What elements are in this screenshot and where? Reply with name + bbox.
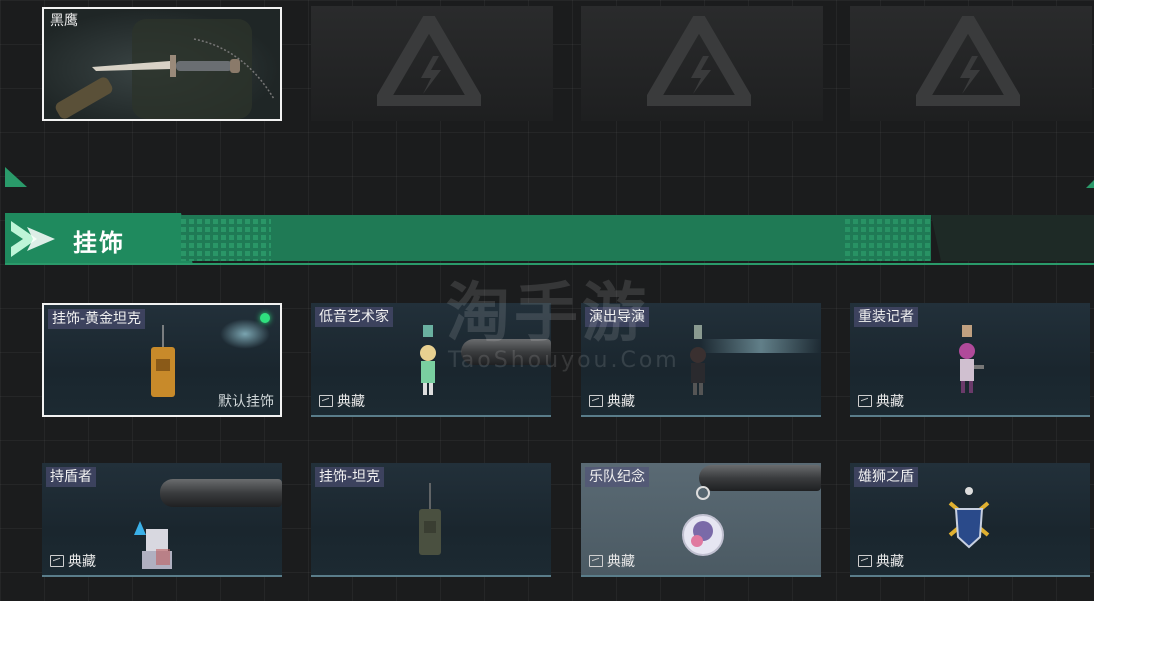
section-header-bar [5, 213, 1094, 265]
landscape-picture-icon [50, 555, 64, 567]
heavy-reporter-charm [959, 325, 984, 393]
weapon-skin-card-locked[interactable] [581, 6, 823, 121]
collection-tag-label: 典藏 [876, 554, 904, 570]
accessory-name: 低音艺术家 [315, 307, 393, 327]
lightning-triangle-logo-icon [916, 16, 1020, 106]
equipped-indicator [260, 313, 270, 323]
corner-marker-icon [1086, 180, 1094, 188]
collection-tag-label: 典藏 [68, 554, 96, 570]
accessory-card[interactable]: 重装记者 典藏 [850, 303, 1090, 417]
accessory-card[interactable]: 乐队纪念 典藏 [581, 463, 821, 577]
accessory-card[interactable]: 演出导演 典藏 [581, 303, 821, 417]
gun-barrel [160, 479, 282, 507]
collection-tag: 典藏 [858, 551, 904, 571]
accessory-name: 挂饰-坦克 [315, 467, 385, 487]
section-header: 挂饰 [5, 211, 1094, 267]
light-glow [220, 319, 270, 349]
collection-tag-label: 典藏 [607, 394, 635, 410]
collection-tag: 典藏 [589, 551, 635, 571]
collection-tag: 典藏 [50, 551, 96, 571]
bass-artist-charm [420, 325, 436, 395]
collection-tag: 典藏 [319, 391, 365, 411]
section-title: 挂饰 [73, 229, 125, 257]
lion-shield-charm [948, 487, 990, 549]
landscape-picture-icon [858, 395, 872, 407]
collection-tag: 典藏 [858, 391, 904, 411]
landscape-picture-icon [589, 555, 603, 567]
accessory-card[interactable]: 挂饰-黄金坦克 默认挂饰 [42, 303, 282, 417]
band-memorial-charm [682, 486, 724, 556]
light-streak [701, 339, 821, 353]
tank-charm [419, 483, 441, 555]
landscape-picture-icon [858, 555, 872, 567]
lightning-triangle-logo-icon [377, 16, 481, 106]
accessory-name: 雄狮之盾 [854, 467, 918, 487]
corner-marker-icon [5, 167, 27, 187]
lightning-triangle-logo-icon [647, 16, 751, 106]
weapon-skin-name: 黑鹰 [50, 13, 78, 29]
landscape-picture-icon [319, 395, 333, 407]
accessory-card[interactable]: 持盾者 典藏 [42, 463, 282, 577]
shield-bearer-charm [134, 521, 172, 569]
accessory-card[interactable]: 挂饰-坦克 [311, 463, 551, 577]
accessory-name: 乐队纪念 [585, 467, 649, 487]
default-accessory-label: 默认挂饰 [218, 394, 274, 410]
weapon-skin-card-locked[interactable] [311, 6, 553, 121]
golden-tank-charm [151, 325, 175, 397]
collection-tag: 典藏 [589, 391, 635, 411]
accessory-name: 重装记者 [854, 307, 918, 327]
show-director-charm [690, 325, 706, 395]
collection-tag-label: 典藏 [607, 554, 635, 570]
collection-tag-label: 典藏 [876, 394, 904, 410]
chevron-arrow-icon [11, 221, 55, 257]
accessory-name: 持盾者 [46, 467, 96, 487]
accessory-card[interactable]: 低音艺术家 典藏 [311, 303, 551, 417]
accessory-name: 挂饰-黄金坦克 [48, 309, 146, 329]
collection-tag-label: 典藏 [337, 394, 365, 410]
landscape-picture-icon [589, 395, 603, 407]
gun-barrel [461, 339, 551, 365]
accessory-card[interactable]: 雄狮之盾 典藏 [850, 463, 1090, 577]
accessory-name: 演出导演 [585, 307, 649, 327]
weapon-skin-card-locked[interactable] [850, 6, 1092, 121]
game-stage: 黑鹰 挂饰 挂饰-黄金坦克 默认挂饰 低音艺术家 典藏 演出导演 典藏 重装记者… [0, 0, 1094, 601]
weapon-skin-card-selected[interactable]: 黑鹰 [42, 7, 282, 121]
